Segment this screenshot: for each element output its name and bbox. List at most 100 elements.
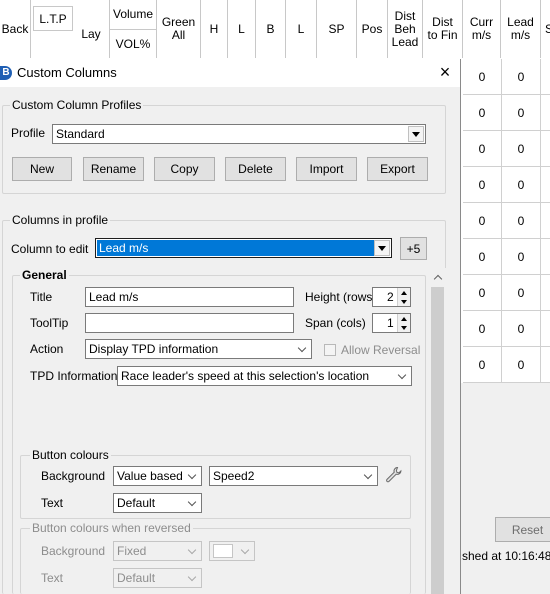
span-value: 1 bbox=[387, 316, 394, 330]
table-cell[interactable]: 0 bbox=[463, 95, 502, 131]
table-cell[interactable]: 0 bbox=[463, 311, 502, 347]
action-label: Action bbox=[30, 342, 64, 356]
table-cell bbox=[541, 167, 550, 203]
header-vol-pct[interactable]: VOL% bbox=[110, 29, 157, 58]
table-cell[interactable]: 0 bbox=[502, 59, 541, 95]
chevron-down-icon[interactable] bbox=[294, 341, 310, 357]
spin-down-icon[interactable] bbox=[397, 297, 410, 306]
table-cell[interactable]: 0 bbox=[502, 275, 541, 311]
plus-five-button[interactable]: +5 bbox=[400, 237, 427, 260]
columns-legend: Columns in profile bbox=[10, 213, 111, 227]
table-cell[interactable]: 0 bbox=[463, 131, 502, 167]
action-value: Display TPD information bbox=[89, 342, 219, 356]
rename-button[interactable]: Rename bbox=[83, 157, 144, 181]
delete-button[interactable]: Delete bbox=[225, 157, 286, 181]
colour-swatch bbox=[213, 544, 233, 558]
header-dist-to-fin[interactable]: Dist to Fin bbox=[423, 0, 463, 58]
text-colour-select[interactable]: Default bbox=[113, 493, 202, 513]
header-dist-beh-lead[interactable]: Dist Beh Lead bbox=[388, 0, 423, 58]
wrench-icon[interactable] bbox=[385, 466, 403, 484]
import-button[interactable]: Import bbox=[296, 157, 357, 181]
reset-button[interactable]: Reset bbox=[495, 517, 550, 542]
table-cell[interactable]: 0 bbox=[502, 95, 541, 131]
table-cell[interactable]: 0 bbox=[502, 167, 541, 203]
export-button[interactable]: Export bbox=[367, 157, 428, 181]
custom-columns-dialog: B Custom Columns × Custom Column Profile… bbox=[0, 59, 461, 594]
column-to-edit-label: Column to edit bbox=[11, 242, 89, 256]
chevron-down-icon[interactable] bbox=[184, 468, 200, 484]
header-back[interactable]: Back bbox=[0, 0, 31, 58]
profile-value: Standard bbox=[56, 127, 105, 141]
table-cell[interactable]: 0 bbox=[463, 59, 502, 95]
table-cell bbox=[541, 347, 550, 383]
scroll-thumb[interactable] bbox=[431, 287, 444, 594]
header-l[interactable]: L bbox=[228, 0, 256, 58]
table-cell[interactable]: 0 bbox=[502, 311, 541, 347]
spin-up-icon[interactable] bbox=[397, 288, 410, 297]
table-cell[interactable]: 0 bbox=[463, 275, 502, 311]
table-cell[interactable]: 0 bbox=[463, 167, 502, 203]
title-input[interactable]: Lead m/s bbox=[85, 287, 294, 307]
reversed-colour-swatch-select[interactable] bbox=[209, 541, 255, 561]
copy-button[interactable]: Copy bbox=[154, 157, 215, 181]
header-lay[interactable]: Lay bbox=[73, 0, 110, 58]
chevron-down-icon[interactable] bbox=[394, 368, 410, 384]
button-colours-reversed-legend: Button colours when reversed bbox=[30, 521, 193, 535]
table-cell[interactable]: 0 bbox=[502, 131, 541, 167]
header-b[interactable]: B bbox=[256, 0, 286, 58]
column-to-edit-select[interactable]: Lead m/s bbox=[95, 238, 392, 258]
chevron-down-icon[interactable] bbox=[184, 495, 200, 511]
chevron-down-icon[interactable] bbox=[184, 543, 200, 559]
chevron-down-icon[interactable] bbox=[184, 570, 200, 586]
scrollbar[interactable] bbox=[429, 268, 446, 594]
dialog-titlebar[interactable]: B Custom Columns × bbox=[0, 59, 460, 87]
profile-label: Profile bbox=[11, 126, 46, 140]
span-label: Span (cols) bbox=[305, 316, 366, 330]
table-cell[interactable]: 0 bbox=[463, 239, 502, 275]
close-icon[interactable]: × bbox=[432, 61, 458, 85]
header-volume[interactable]: Volume bbox=[110, 0, 157, 29]
height-stepper[interactable]: 2 bbox=[372, 287, 411, 307]
spin-down-icon[interactable] bbox=[397, 323, 410, 332]
header-lead-ms[interactable]: Lead m/s bbox=[501, 0, 541, 58]
table-cell[interactable]: 0 bbox=[463, 347, 502, 383]
chevron-down-icon[interactable] bbox=[408, 126, 424, 142]
profile-select[interactable]: Standard bbox=[52, 124, 426, 144]
column-to-edit-value: Lead m/s bbox=[99, 241, 149, 255]
table-cell[interactable]: 0 bbox=[502, 203, 541, 239]
header-sp[interactable]: SP bbox=[317, 0, 357, 58]
reversed-background-mode-select[interactable]: Fixed bbox=[113, 541, 202, 561]
header-next[interactable]: S bbox=[541, 0, 550, 58]
scroll-up-icon[interactable] bbox=[429, 268, 446, 285]
tpd-information-label: TPD Information bbox=[30, 369, 118, 383]
tpd-information-select[interactable]: Race leader's speed at this selection's … bbox=[117, 366, 412, 386]
chevron-down-icon[interactable] bbox=[374, 240, 390, 256]
profiles-legend: Custom Column Profiles bbox=[10, 98, 144, 112]
spin-up-icon[interactable] bbox=[397, 314, 410, 323]
chevron-down-icon[interactable] bbox=[360, 468, 376, 484]
tooltip-label: ToolTip bbox=[30, 316, 69, 330]
tooltip-input[interactable] bbox=[85, 313, 294, 333]
span-stepper[interactable]: 1 bbox=[372, 313, 411, 333]
reversed-text-select[interactable]: Default bbox=[113, 568, 202, 588]
table-cell[interactable]: 0 bbox=[463, 203, 502, 239]
new-button[interactable]: New bbox=[12, 157, 72, 181]
background-value-select[interactable]: Speed2 bbox=[209, 466, 378, 486]
tpd-information-value: Race leader's speed at this selection's … bbox=[121, 369, 370, 383]
general-legend: General bbox=[20, 268, 69, 282]
header-green-all[interactable]: Green All bbox=[157, 0, 201, 58]
header-curr-ms[interactable]: Curr m/s bbox=[463, 0, 501, 58]
background-value: Speed2 bbox=[213, 469, 255, 483]
header-pos[interactable]: Pos bbox=[357, 0, 388, 58]
allow-reversal-checkbox[interactable] bbox=[324, 344, 336, 356]
header-l2[interactable]: L bbox=[286, 0, 317, 58]
table-cell[interactable]: 0 bbox=[502, 239, 541, 275]
table-cell bbox=[541, 59, 550, 95]
action-select[interactable]: Display TPD information bbox=[85, 339, 312, 359]
table-cell bbox=[541, 203, 550, 239]
chevron-down-icon[interactable] bbox=[237, 543, 253, 559]
header-h[interactable]: H bbox=[201, 0, 228, 58]
header-ltp[interactable]: L.T.P bbox=[33, 6, 73, 31]
background-mode-select[interactable]: Value based bbox=[113, 466, 202, 486]
table-cell[interactable]: 0 bbox=[502, 347, 541, 383]
